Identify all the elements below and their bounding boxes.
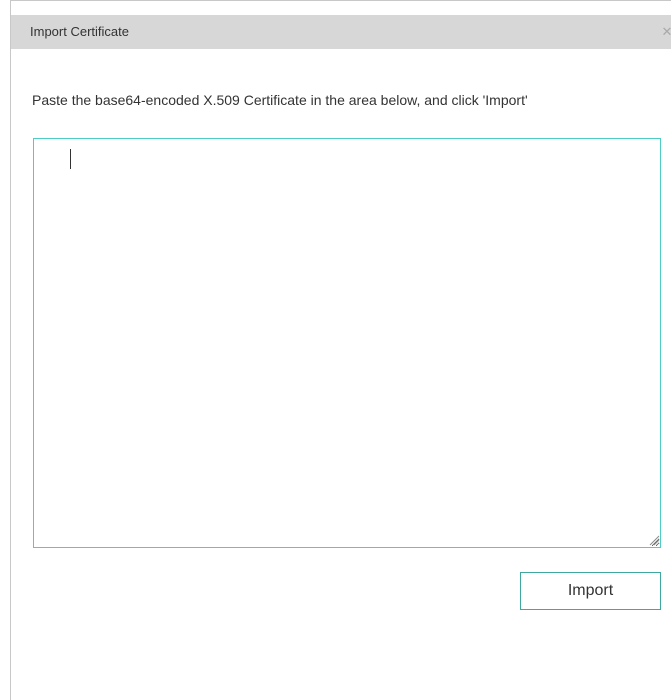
- certificate-textarea[interactable]: [33, 138, 661, 548]
- import-button[interactable]: Import: [520, 572, 661, 610]
- text-cursor: [70, 149, 71, 169]
- import-certificate-dialog: Import Certificate ✕ Paste the base64-en…: [10, 0, 671, 700]
- resize-grip-icon[interactable]: [648, 534, 660, 546]
- close-icon[interactable]: ✕: [659, 24, 671, 40]
- instruction-text: Paste the base64-encoded X.509 Certifica…: [32, 92, 528, 108]
- dialog-titlebar[interactable]: Import Certificate ✕: [11, 15, 671, 49]
- dialog-title: Import Certificate: [30, 24, 129, 39]
